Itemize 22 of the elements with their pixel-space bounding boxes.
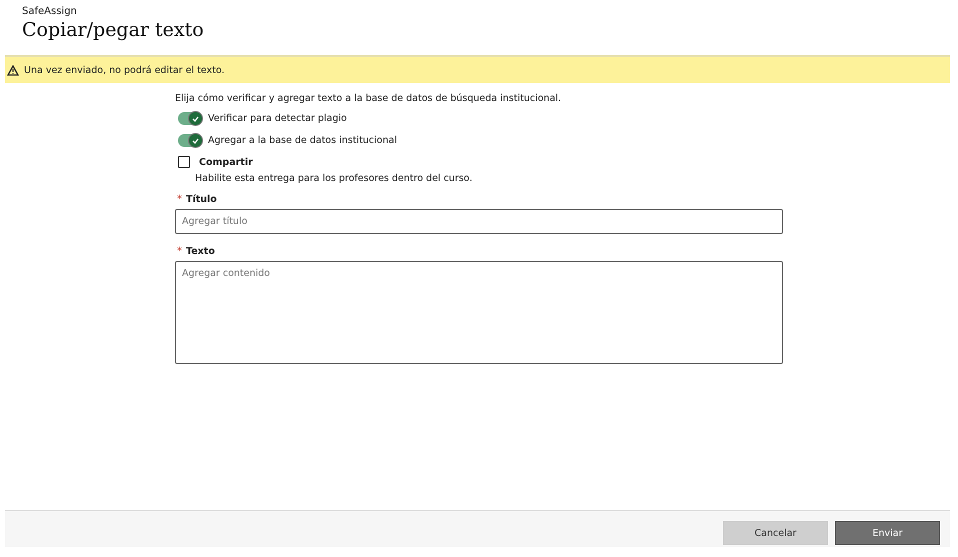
toggle-switch[interactable]	[178, 112, 202, 125]
text-area[interactable]: Agregar contenido	[175, 261, 783, 364]
intro-text: Elija cómo verificar y agregar texto a la base de datos de búsqueda institucional.	[175, 93, 562, 104]
toggle-label: Verificar para detectar plagio	[208, 113, 347, 124]
warning-text: Una vez enviado, no podrá editar el texto.	[24, 64, 224, 76]
toggle-switch[interactable]	[178, 134, 202, 147]
field-label: Texto	[186, 246, 215, 257]
submit-button[interactable]: Enviar	[835, 521, 940, 545]
checkbox-description: Habilite esta entrega para los profesores dentro del curso.	[195, 173, 472, 184]
check-icon	[192, 116, 199, 122]
app-name: SafeAssign	[22, 6, 77, 17]
title-field[interactable]: Agregar título	[175, 209, 783, 234]
required-mark: *	[177, 246, 182, 257]
checkbox[interactable]	[178, 156, 190, 168]
page-title: Copiar/pegar texto	[22, 19, 204, 41]
required-mark: *	[177, 194, 182, 205]
checkbox-label: Compartir	[199, 156, 253, 168]
toggle-label: Agregar a la base de datos institucional	[208, 135, 397, 146]
field-label: Título	[186, 194, 217, 205]
cancel-button[interactable]: Cancelar	[723, 521, 828, 545]
warning-icon	[7, 64, 19, 76]
check-icon	[192, 138, 199, 144]
